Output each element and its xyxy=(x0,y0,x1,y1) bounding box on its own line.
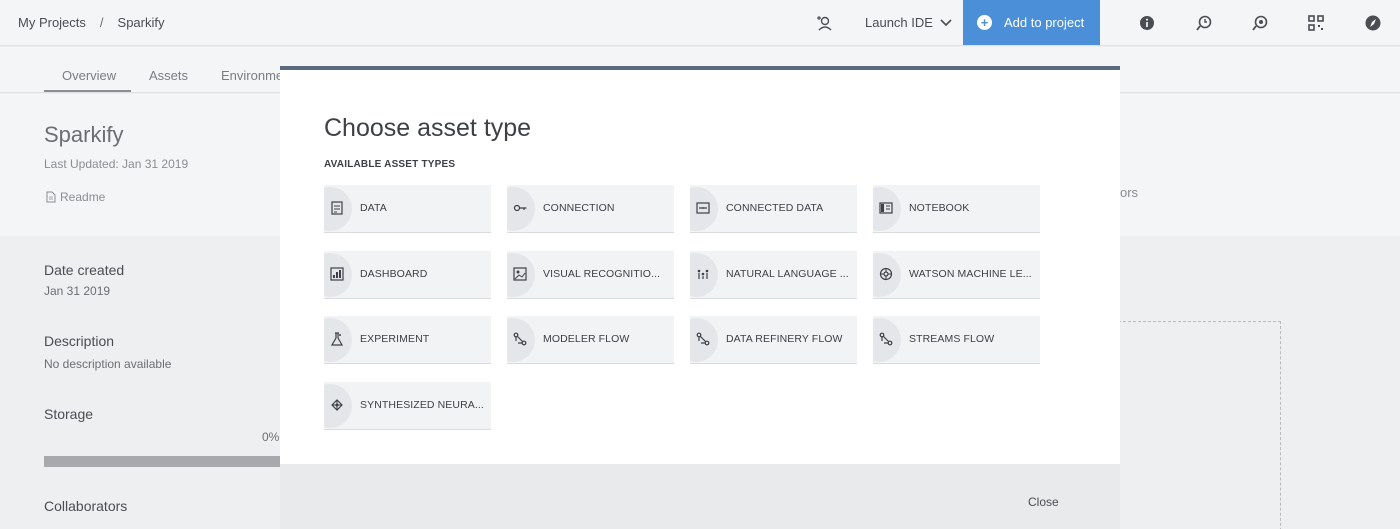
dialog-footer: Close xyxy=(280,464,1120,529)
tile-label: SYNTHESIZED NEURA... xyxy=(360,399,484,411)
top-bar: My Projects / Sparkify Launch IDE + Add … xyxy=(0,0,1400,46)
tile-label: NOTEBOOK xyxy=(909,202,970,214)
choose-asset-type-dialog: Choose asset type AVAILABLE ASSET TYPES … xyxy=(280,66,1120,464)
experiment-icon xyxy=(330,332,344,346)
date-created-label: Date created xyxy=(44,262,125,278)
asset-tile-data[interactable]: DATA xyxy=(324,185,491,233)
close-button[interactable]: Close xyxy=(1028,495,1059,509)
breadcrumb-separator: / xyxy=(99,15,104,30)
asset-tile-dashboard[interactable]: DASHBOARD xyxy=(324,251,491,299)
add-to-project-button[interactable]: + Add to project xyxy=(963,0,1100,45)
tile-label: DATA REFINERY FLOW xyxy=(726,333,843,345)
drop-zone xyxy=(1118,321,1281,529)
machine-learning-icon xyxy=(879,267,893,281)
flow-icon xyxy=(879,332,893,346)
collaborators-summary-text: ors xyxy=(1120,185,1139,200)
readme-label: Readme xyxy=(60,190,106,204)
add-to-project-label: Add to project xyxy=(1004,15,1085,30)
tile-label: NATURAL LANGUAGE ... xyxy=(726,268,849,280)
history-icon[interactable] xyxy=(1195,14,1213,32)
breadcrumb-my-projects[interactable]: My Projects xyxy=(18,15,86,30)
asset-tile-natural-language[interactable]: NATURAL LANGUAGE ... xyxy=(690,251,857,299)
asset-tile-connected-data[interactable]: CONNECTED DATA xyxy=(690,185,857,233)
tile-label: MODELER FLOW xyxy=(543,333,630,345)
last-updated: Last Updated: Jan 31 2019 xyxy=(44,157,189,171)
asset-tile-notebook[interactable]: NOTEBOOK xyxy=(873,185,1040,233)
readme-link[interactable]: Readme xyxy=(46,190,105,204)
flow-icon xyxy=(513,332,527,346)
natural-language-icon xyxy=(697,269,709,279)
tile-label: DASHBOARD xyxy=(360,268,428,280)
tile-label: DATA xyxy=(360,202,387,214)
storage-label: Storage xyxy=(44,406,94,422)
storage-bar xyxy=(44,456,284,467)
asset-tile-synthesized-neural-network[interactable]: SYNTHESIZED NEURA... xyxy=(324,382,491,430)
tile-label: EXPERIMENT xyxy=(360,333,430,345)
document-icon xyxy=(46,191,56,203)
dialog-title: Choose asset type xyxy=(324,114,532,142)
compass-icon[interactable] xyxy=(1364,14,1382,32)
asset-tile-experiment[interactable]: EXPERIMENT xyxy=(324,316,491,364)
tab-environments[interactable]: Environme xyxy=(221,68,283,83)
connection-icon xyxy=(513,204,527,212)
asset-tile-connection[interactable]: CONNECTION xyxy=(507,185,674,233)
launch-ide-dropdown[interactable]: Launch IDE xyxy=(865,15,952,30)
description-label: Description xyxy=(44,333,115,349)
project-title: Sparkify xyxy=(44,122,124,147)
breadcrumb-current-project: Sparkify xyxy=(117,15,165,30)
visual-recognition-icon xyxy=(513,267,527,281)
storage-percent: 0% xyxy=(262,430,280,444)
connected-data-icon xyxy=(696,202,710,214)
tab-assets[interactable]: Assets xyxy=(149,68,188,83)
asset-tile-watson-machine-learning[interactable]: WATSON MACHINE LE... xyxy=(873,251,1040,299)
asset-tile-modeler-flow[interactable]: MODELER FLOW xyxy=(507,316,674,364)
chevron-down-icon xyxy=(940,18,952,26)
active-tab-indicator xyxy=(44,90,131,92)
tile-label: WATSON MACHINE LE... xyxy=(909,268,1032,280)
qr-code-icon[interactable] xyxy=(1307,14,1325,32)
breadcrumb: My Projects / Sparkify xyxy=(18,15,165,30)
tile-label: CONNECTED DATA xyxy=(726,202,824,214)
asset-tile-streams-flow[interactable]: STREAMS FLOW xyxy=(873,316,1040,364)
data-icon xyxy=(331,201,343,215)
feedback-icon[interactable] xyxy=(1251,14,1269,32)
asset-tile-visual-recognition[interactable]: VISUAL RECOGNITIO... xyxy=(507,251,674,299)
tile-label: STREAMS FLOW xyxy=(909,333,995,345)
collaborators-label: Collaborators xyxy=(44,498,128,514)
plus-icon: + xyxy=(977,15,992,30)
notebook-icon xyxy=(879,202,893,214)
tile-label: VISUAL RECOGNITIO... xyxy=(543,268,661,280)
tab-overview[interactable]: Overview xyxy=(62,68,116,83)
flow-icon xyxy=(696,332,710,346)
date-created-value: Jan 31 2019 xyxy=(44,284,111,298)
neural-network-icon xyxy=(331,399,343,411)
tile-label: CONNECTION xyxy=(543,202,615,214)
add-collaborator-icon[interactable] xyxy=(815,14,833,32)
asset-tile-data-refinery-flow[interactable]: DATA REFINERY FLOW xyxy=(690,316,857,364)
launch-ide-label: Launch IDE xyxy=(865,15,933,30)
dashboard-icon xyxy=(330,267,344,281)
info-icon[interactable] xyxy=(1138,14,1156,32)
available-asset-types-heading: AVAILABLE ASSET TYPES xyxy=(324,159,456,170)
description-value: No description available xyxy=(44,357,172,371)
